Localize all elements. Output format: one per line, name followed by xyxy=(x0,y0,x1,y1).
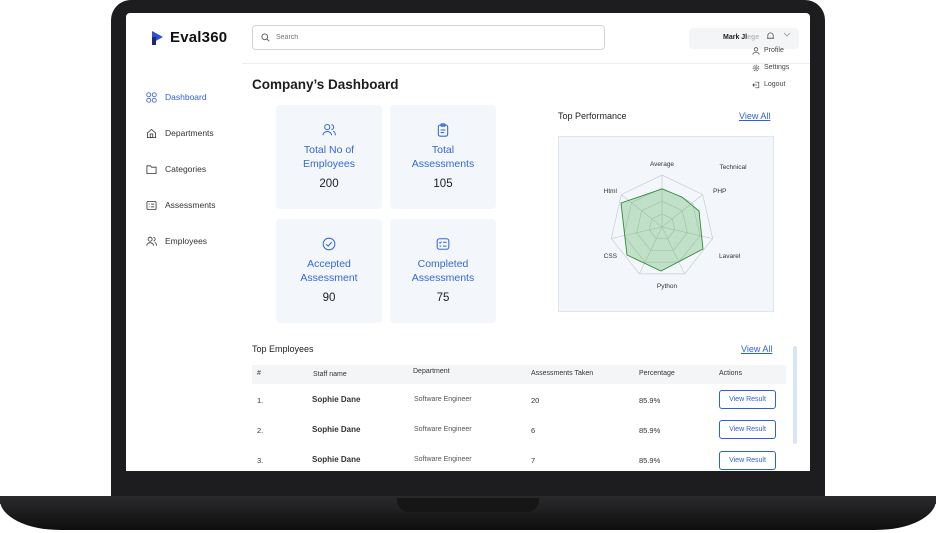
header-divider xyxy=(242,63,810,64)
top-performance-view-all-link[interactable]: View All xyxy=(739,111,770,121)
column-header-actions: Actions xyxy=(719,370,742,377)
column-header-number: # xyxy=(257,370,261,377)
cell-number: 2. xyxy=(257,426,264,435)
top-employees-title: Top Employees xyxy=(252,344,314,354)
cell-assessments-taken: 20 xyxy=(531,396,540,405)
radar-label-technical: Technical xyxy=(719,164,747,171)
sidebar-item-assessments[interactable]: Assessments xyxy=(146,187,246,223)
menu-item-label: Logout xyxy=(764,81,786,88)
vertical-scrollbar[interactable] xyxy=(793,346,797,444)
sidebar-item-departments[interactable]: Departments xyxy=(146,115,246,151)
check-circle-icon xyxy=(322,237,336,251)
stat-card-value: 75 xyxy=(436,292,450,304)
cell-staff-name: Sophie Dane xyxy=(312,395,361,404)
cell-number: 1. xyxy=(257,396,264,405)
cell-department: Software Engineer xyxy=(414,456,472,463)
stat-card-label: Accepted Assessment xyxy=(300,258,358,284)
cell-department: Software Engineer xyxy=(414,426,472,433)
sidebar: Dashboard Departments Categories Assessm… xyxy=(146,79,246,259)
logout-icon xyxy=(752,81,760,88)
column-header-percentage: Percentage xyxy=(639,370,675,377)
radar-label-html: Html xyxy=(604,188,618,195)
radar-chart-panel: Average Technical PHP Lavarel Python CSS… xyxy=(558,136,774,312)
menu-item-label: Settings xyxy=(764,64,790,71)
radar-series-area xyxy=(620,188,704,272)
stat-card-value: 200 xyxy=(319,178,339,190)
stat-card-value: 90 xyxy=(322,292,336,304)
page-title: Company’s Dashboard xyxy=(252,77,399,92)
folder-icon xyxy=(146,164,157,174)
radar-label-php: PHP xyxy=(713,188,726,195)
bell-icon[interactable] xyxy=(766,31,775,41)
gear-icon xyxy=(752,64,760,71)
search-box[interactable] xyxy=(252,25,605,50)
sidebar-item-label: Assessments xyxy=(165,200,216,210)
menu-item-label: Profile xyxy=(764,47,784,54)
app-logo[interactable]: Eval360 xyxy=(152,29,227,46)
grid-icon xyxy=(146,91,157,103)
app-screen: Eval360 Mark Jlege Profile Settings Logo… xyxy=(126,13,810,471)
column-header-assessments-taken: Assessments Taken xyxy=(531,370,594,377)
logo-mark-icon xyxy=(152,30,164,45)
laptop-notch xyxy=(397,498,539,512)
stat-card-value: 105 xyxy=(433,178,453,190)
user-dropdown-menu: Profile Settings Logout xyxy=(752,42,810,93)
cell-percentage: 85.9% xyxy=(639,456,661,465)
radar-label-css: CSS xyxy=(604,253,618,260)
user-name: Mark Jlege xyxy=(723,34,760,41)
sidebar-item-label: Employees xyxy=(165,236,208,246)
top-performance-title: Top Performance xyxy=(558,111,627,121)
cell-staff-name: Sophie Dane xyxy=(312,425,361,434)
radar-label-python: Python xyxy=(657,283,678,290)
sidebar-item-label: Dashboard xyxy=(165,92,207,102)
checklist-icon xyxy=(436,238,450,250)
search-input[interactable] xyxy=(276,34,576,41)
stat-card-label: Completed Assessments xyxy=(411,258,475,284)
users-icon xyxy=(146,236,157,246)
radar-label-average: Average xyxy=(650,161,674,168)
radar-label-lavarel: Lavarel xyxy=(719,253,741,260)
stat-card-completed-assessments[interactable]: Completed Assessments 75 xyxy=(390,219,496,323)
stat-card-accepted-assessment[interactable]: Accepted Assessment 90 xyxy=(276,219,382,323)
view-result-button[interactable]: View Result xyxy=(719,420,776,439)
cell-department: Software Engineer xyxy=(414,396,472,403)
laptop-mockup: Eval360 Mark Jlege Profile Settings Logo… xyxy=(0,0,936,533)
sidebar-item-label: Categories xyxy=(165,164,207,174)
radar-chart: Average Technical PHP Lavarel Python CSS… xyxy=(604,161,747,290)
top-employees-view-all-link[interactable]: View All xyxy=(741,344,772,354)
chevron-down-icon[interactable] xyxy=(783,32,791,38)
users-icon xyxy=(322,123,336,136)
menu-item-logout[interactable]: Logout xyxy=(752,76,810,93)
view-result-button[interactable]: View Result xyxy=(719,390,776,409)
cell-assessments-taken: 6 xyxy=(531,426,536,435)
menu-item-profile[interactable]: Profile xyxy=(752,42,810,59)
stat-card-total-employees[interactable]: Total No of Employees 200 xyxy=(276,105,382,209)
cell-assessments-taken: 7 xyxy=(531,456,536,465)
sidebar-item-dashboard[interactable]: Dashboard xyxy=(146,79,246,115)
logo-text: Eval360 xyxy=(170,29,228,46)
cell-staff-name: Sophie Dane xyxy=(312,455,361,464)
search-icon xyxy=(261,33,270,42)
list-icon xyxy=(146,200,157,210)
cell-percentage: 85.9% xyxy=(639,426,661,435)
view-result-button[interactable]: View Result xyxy=(719,451,776,470)
user-icon xyxy=(752,46,760,55)
clipboard-icon xyxy=(437,123,449,137)
column-header-department: Department xyxy=(413,368,450,375)
home-icon xyxy=(146,128,157,138)
cell-number: 3. xyxy=(257,456,264,465)
sidebar-item-employees[interactable]: Employees xyxy=(146,223,246,259)
column-header-staff-name: Staff name xyxy=(313,371,347,378)
sidebar-item-categories[interactable]: Categories xyxy=(146,151,246,187)
cell-percentage: 85.9% xyxy=(639,396,661,405)
menu-item-settings[interactable]: Settings xyxy=(752,59,810,76)
sidebar-item-label: Departments xyxy=(165,128,214,138)
stat-card-label: Total Assessments xyxy=(411,144,475,170)
stat-card-total-assessments[interactable]: Total Assessments 105 xyxy=(390,105,496,209)
stat-card-label: Total No of Employees xyxy=(303,144,355,170)
